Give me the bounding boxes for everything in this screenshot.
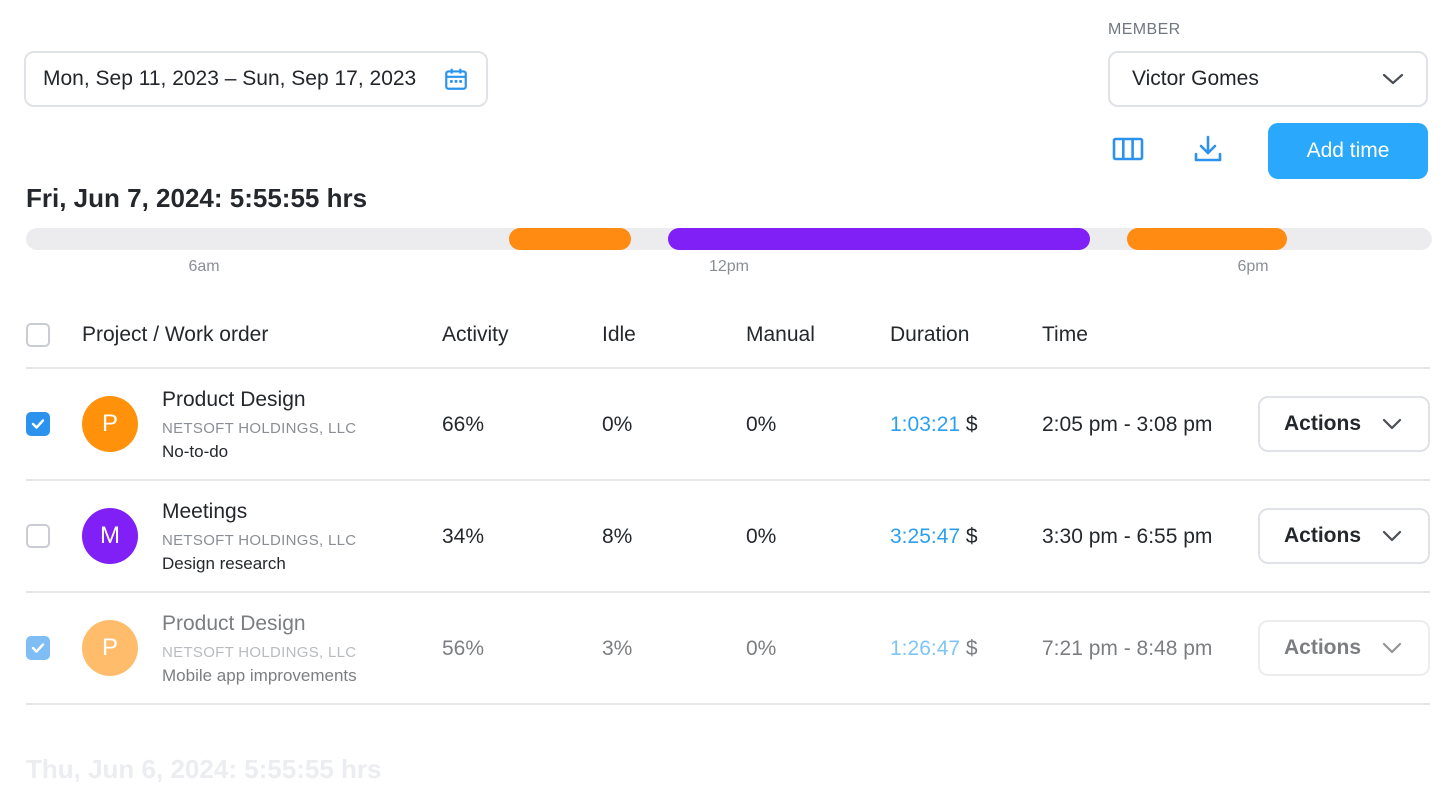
column-header-activity[interactable]: Activity xyxy=(442,323,509,347)
time-range: 7:21 pm - 8:48 pm xyxy=(1042,637,1213,660)
member-label: MEMBER xyxy=(1108,21,1181,38)
select-all-checkbox[interactable] xyxy=(26,323,50,347)
task-name: No-to-do xyxy=(162,442,229,461)
timeline-segment[interactable] xyxy=(668,228,1090,250)
member-value: Victor Gomes xyxy=(1132,67,1259,90)
duration-link[interactable]: 1:26:47 xyxy=(890,637,960,660)
task-name: Mobile app improvements xyxy=(162,666,357,685)
timeline-segment[interactable] xyxy=(1127,228,1287,250)
column-header-manual[interactable]: Manual xyxy=(746,323,815,347)
columns-icon xyxy=(1112,136,1144,167)
chevron-down-icon xyxy=(1382,530,1402,542)
duration-cell: 1:26:47 $ xyxy=(890,637,978,661)
download-button[interactable] xyxy=(1186,129,1230,173)
task-name: Design research xyxy=(162,554,286,573)
duration-cell: 1:03:21 $ xyxy=(890,413,978,437)
table-row: P Product Design NETSOFT HOLDINGS, LLC N… xyxy=(0,369,1448,481)
duration-link[interactable]: 1:03:21 xyxy=(890,413,960,436)
duration-cell: 3:25:47 $ xyxy=(890,525,978,549)
chevron-down-icon xyxy=(1382,418,1402,430)
client-name: NETSOFT HOLDINGS, LLC xyxy=(162,644,357,661)
row-checkbox[interactable] xyxy=(26,524,50,548)
actions-label: Actions xyxy=(1284,412,1362,435)
actions-dropdown[interactable]: Actions xyxy=(1258,508,1430,564)
currency-symbol: $ xyxy=(965,525,978,548)
manual-value: 0% xyxy=(746,637,777,660)
day-title: Fri, Jun 7, 2024: 5:55:55 hrs xyxy=(26,183,368,213)
row-checkbox[interactable] xyxy=(26,636,50,660)
activity-value: 56% xyxy=(442,637,485,660)
activity-timeline xyxy=(26,228,1432,250)
column-header-project[interactable]: Project / Work order xyxy=(82,323,268,347)
client-name: NETSOFT HOLDINGS, LLC xyxy=(162,420,357,437)
next-day-title: Thu, Jun 6, 2024: 5:55:55 hrs xyxy=(26,754,382,784)
row-checkbox[interactable] xyxy=(26,412,50,436)
currency-symbol: $ xyxy=(965,637,978,660)
chevron-down-icon xyxy=(1382,642,1402,654)
table-row: M Meetings NETSOFT HOLDINGS, LLC Design … xyxy=(0,481,1448,593)
actions-dropdown[interactable]: Actions xyxy=(1258,396,1430,452)
member-select[interactable]: Victor Gomes xyxy=(1108,51,1428,107)
timeline-tick: 6pm xyxy=(1237,258,1269,275)
column-header-idle[interactable]: Idle xyxy=(602,323,636,347)
currency-symbol: $ xyxy=(965,413,978,436)
actions-label: Actions xyxy=(1284,524,1362,547)
project-name: Meetings xyxy=(162,500,248,523)
avatar: M xyxy=(82,508,138,564)
idle-value: 3% xyxy=(602,637,633,660)
chevron-down-icon xyxy=(1382,72,1404,86)
actions-label: Actions xyxy=(1284,636,1362,659)
row-divider xyxy=(26,703,1430,705)
duration-link[interactable]: 3:25:47 xyxy=(890,525,960,548)
add-time-button[interactable]: Add time xyxy=(1268,123,1428,179)
columns-button[interactable] xyxy=(1106,129,1150,173)
activity-value: 34% xyxy=(442,525,485,548)
date-range-picker[interactable]: Mon, Sep 11, 2023 – Sun, Sep 17, 2023 xyxy=(24,51,488,107)
timeline-tick: 6am xyxy=(188,258,220,275)
time-range: 2:05 pm - 3:08 pm xyxy=(1042,413,1213,436)
table-row: P Product Design NETSOFT HOLDINGS, LLC M… xyxy=(0,593,1448,705)
manual-value: 0% xyxy=(746,413,777,436)
manual-value: 0% xyxy=(746,525,777,548)
idle-value: 8% xyxy=(602,525,633,548)
project-name: Product Design xyxy=(162,612,306,635)
download-icon xyxy=(1193,134,1223,169)
timeline-segment[interactable] xyxy=(509,228,631,250)
timeline-tick: 12pm xyxy=(708,258,750,275)
avatar: P xyxy=(82,620,138,676)
project-name: Product Design xyxy=(162,388,306,411)
column-header-time[interactable]: Time xyxy=(1042,323,1088,347)
client-name: NETSOFT HOLDINGS, LLC xyxy=(162,532,357,549)
activity-value: 66% xyxy=(442,413,485,436)
column-header-duration[interactable]: Duration xyxy=(890,323,969,347)
date-range-value: Mon, Sep 11, 2023 – Sun, Sep 17, 2023 xyxy=(43,67,417,90)
avatar: P xyxy=(82,396,138,452)
calendar-icon[interactable] xyxy=(442,65,470,93)
idle-value: 0% xyxy=(602,413,633,436)
actions-dropdown[interactable]: Actions xyxy=(1258,620,1430,676)
time-range: 3:30 pm - 6:55 pm xyxy=(1042,525,1213,548)
